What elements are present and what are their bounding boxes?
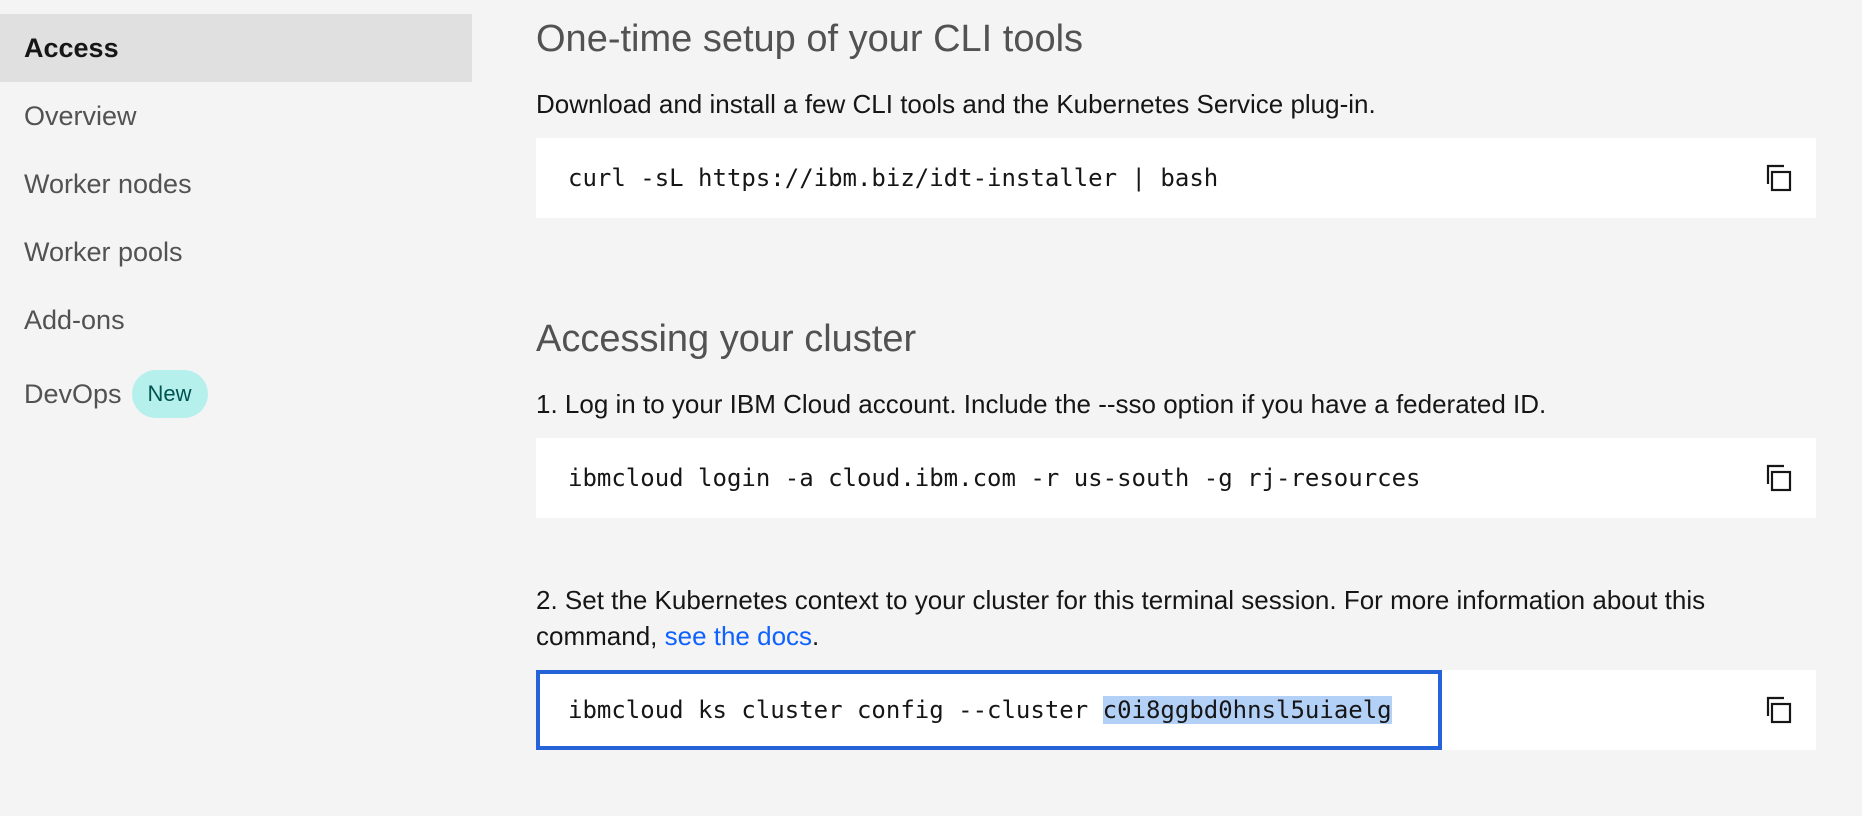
selected-cluster-id: c0i8ggbd0hnsl5uiaelg <box>1102 696 1392 724</box>
sidebar-item-label: Add-ons <box>24 304 125 335</box>
step2-text-after: . <box>812 621 820 651</box>
sidebar-item-worker-nodes[interactable]: Worker nodes <box>0 150 472 218</box>
step2-text: 2. Set the Kubernetes context to your cl… <box>536 582 1816 654</box>
setup-description: Download and install a few CLI tools and… <box>536 89 1376 119</box>
access-heading: Accessing your cluster <box>536 318 917 360</box>
new-badge: New <box>131 370 208 418</box>
docs-link[interactable]: see the docs <box>665 621 812 651</box>
step1-text: 1. Log in to your IBM Cloud account. Inc… <box>536 389 1547 419</box>
copy-button[interactable] <box>1758 158 1798 198</box>
app-root: Access Overview Worker nodes Worker pool… <box>0 0 1862 816</box>
sidebar-item-label: Worker nodes <box>24 168 192 199</box>
copy-icon <box>1766 696 1792 724</box>
login-command-block: ibmcloud login -a cloud.ibm.com -r us-so… <box>536 438 1816 518</box>
sidebar-item-overview[interactable]: Overview <box>0 82 472 150</box>
sidebar: Access Overview Worker nodes Worker pool… <box>0 0 472 816</box>
sidebar-item-add-ons[interactable]: Add-ons <box>0 286 472 354</box>
copy-button[interactable] <box>1758 458 1798 498</box>
copy-icon <box>1766 464 1792 492</box>
command-prefix: ibmcloud ks cluster config --cluster <box>568 696 1103 724</box>
copy-button[interactable] <box>1758 690 1798 730</box>
copy-icon <box>1766 164 1792 192</box>
cluster-config-command[interactable]: ibmcloud ks cluster config --cluster c0i… <box>568 670 1392 750</box>
login-command[interactable]: ibmcloud login -a cloud.ibm.com -r us-so… <box>568 438 1421 518</box>
cluster-config-command-block: ibmcloud ks cluster config --cluster c0i… <box>536 670 1816 750</box>
sidebar-item-devops[interactable]: DevOps New <box>0 360 472 428</box>
main-content: One-time setup of your CLI tools Downloa… <box>536 0 1816 816</box>
setup-heading: One-time setup of your CLI tools <box>536 18 1084 60</box>
sidebar-item-label: Worker pools <box>24 236 183 267</box>
sidebar-item-label: Access <box>24 32 119 63</box>
sidebar-item-worker-pools[interactable]: Worker pools <box>0 218 472 286</box>
sidebar-item-label: Overview <box>24 100 137 131</box>
sidebar-item-access[interactable]: Access <box>0 14 472 82</box>
install-command[interactable]: curl -sL https://ibm.biz/idt-installer |… <box>568 138 1218 218</box>
sidebar-item-label: DevOps <box>24 378 122 409</box>
install-command-block: curl -sL https://ibm.biz/idt-installer |… <box>536 138 1816 218</box>
